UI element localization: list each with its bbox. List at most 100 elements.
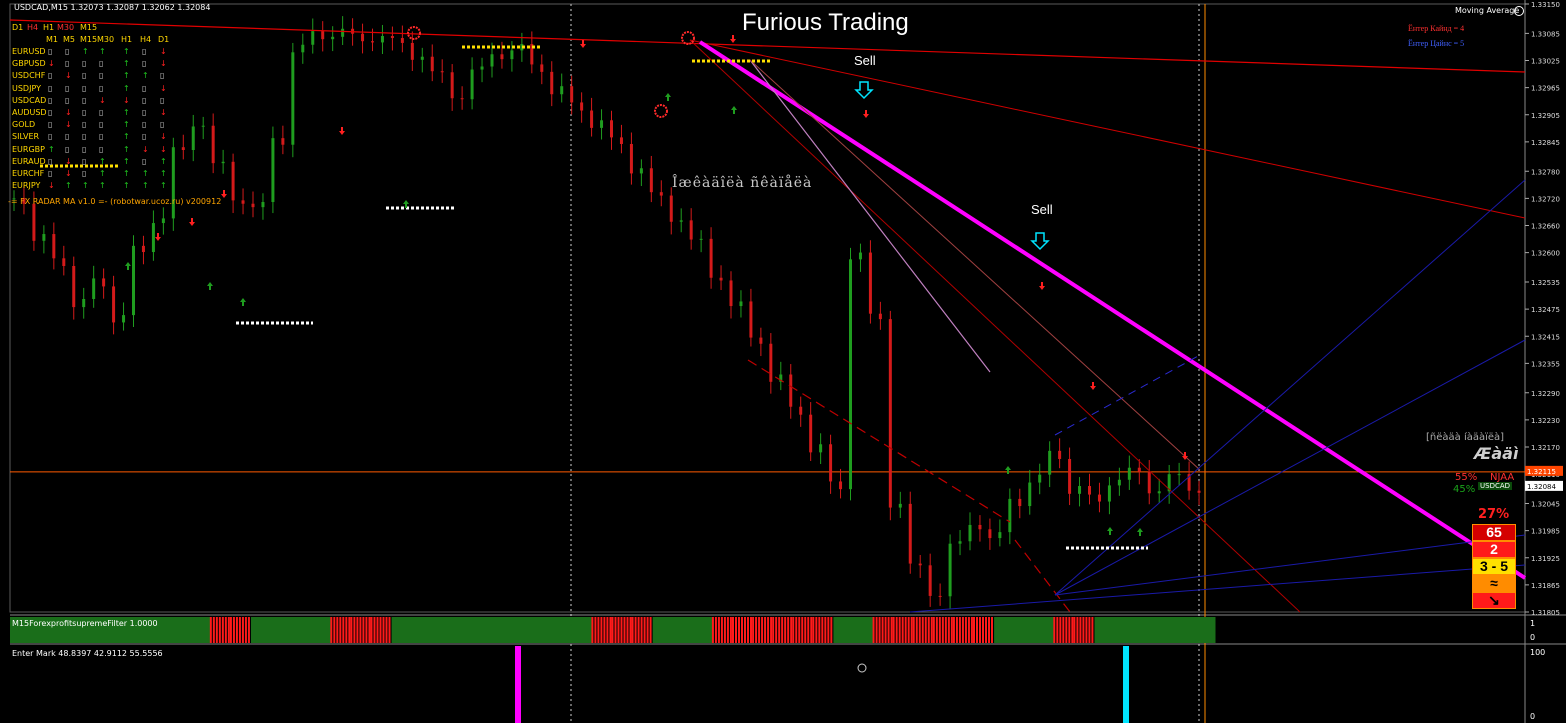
candle-body: [380, 36, 384, 43]
candle-body: [1038, 474, 1042, 483]
neutral-icon: ▯: [142, 59, 147, 69]
filter-bar: [411, 617, 433, 643]
entry-count: Ёнтер Цайнс = 5: [1408, 39, 1465, 48]
arrow-up-icon: ↑: [123, 156, 130, 166]
arrow-down-icon: ↓: [123, 95, 130, 105]
arrow-down-right-icon: ↘: [1472, 592, 1516, 609]
price-tick-label: 1.33025: [1531, 58, 1560, 66]
candle-body: [52, 234, 56, 259]
filter-bar: [652, 617, 674, 643]
filter-bar: [1174, 617, 1196, 643]
candle-body: [211, 125, 215, 164]
main-chart[interactable]: 1.33150 1.33085 1.33025 1.32965 1.32905 1.328…: [0, 0, 1566, 723]
candle-body: [181, 147, 185, 150]
arrow-up-icon: ↑: [99, 181, 106, 191]
neutral-icon: ▯: [48, 132, 53, 142]
radar-column-header: M1: [46, 35, 58, 44]
neutral-icon: ▯: [48, 108, 53, 117]
candle-body: [918, 563, 922, 566]
neutral-icon: ▯: [160, 95, 165, 105]
candle-body: [699, 238, 703, 240]
candle-body: [998, 532, 1002, 539]
mark-scale-top: 100: [1530, 648, 1546, 657]
mark-scale-bottom: 0: [1530, 712, 1536, 721]
arrow-up-icon: ↑: [65, 181, 72, 191]
candle-body: [1107, 485, 1111, 502]
price-tick-label: 1.32290: [1531, 390, 1560, 398]
candle-body: [570, 86, 574, 103]
candle-body: [1008, 498, 1012, 533]
candle-body: [849, 259, 852, 490]
candle-body: [102, 278, 106, 287]
sell-label: Sell: [854, 53, 876, 68]
close-indicator-icon[interactable]: [1514, 6, 1524, 16]
enter-mark-dot: [857, 663, 867, 673]
neutral-icon: ▯: [82, 144, 87, 154]
enter-mark-bar: [1123, 646, 1129, 723]
price-tick-label: 1.31925: [1531, 555, 1560, 563]
candle-body: [201, 125, 205, 127]
candle-body: [281, 138, 285, 145]
candle-body: [291, 52, 295, 145]
candle-body: [749, 301, 753, 338]
price-level-tag-text: 1.32115: [1527, 468, 1556, 476]
price-tick-label: 1.33085: [1531, 30, 1560, 38]
neutral-icon: ▯: [48, 156, 53, 166]
filter-bar: [1094, 617, 1116, 643]
radar-column-header: H1: [121, 35, 133, 44]
candle-body: [610, 120, 613, 138]
trend-line: [749, 59, 991, 373]
price-tick-label: 1.32845: [1531, 139, 1560, 147]
neutral-icon: ▯: [65, 144, 70, 154]
candle-body: [839, 481, 843, 490]
neutral-icon: ▯: [48, 169, 53, 178]
radar-column-header: M15: [80, 35, 98, 44]
sell-label: Sell: [1031, 202, 1053, 217]
filter-bar: [552, 617, 573, 643]
candle-body: [1147, 471, 1151, 494]
neutral-icon: ▯: [65, 59, 70, 69]
arrow-up-icon: ↑: [123, 181, 130, 191]
pct-sell: 55%: [1455, 472, 1478, 483]
neutral-icon: ▯: [99, 71, 104, 81]
filter-bar: [471, 617, 493, 643]
wave-icon: ≈: [1472, 575, 1516, 592]
candle-body: [151, 223, 155, 253]
price-tick-label: 1.32475: [1531, 306, 1560, 314]
candle-body: [1137, 467, 1141, 472]
radar-symbol: EURJPY: [12, 181, 41, 191]
filter-bar: [190, 617, 212, 643]
arrow-up-icon: ↑: [142, 181, 149, 191]
arrow-up-icon: [731, 106, 737, 114]
filter-bar: [431, 617, 453, 643]
arrow-down-icon: [339, 127, 345, 135]
radar-symbol: GBPUSD: [12, 59, 46, 69]
arrow-down-icon: ↓: [160, 47, 167, 56]
candle-body: [341, 28, 345, 37]
arrow-up-icon: ↑: [99, 156, 106, 166]
price-tick-label: 1.32780: [1531, 168, 1560, 176]
gear-icon: [654, 104, 668, 118]
channel-line: [1014, 539, 1071, 613]
signal-box-3: 3 - 5: [1472, 558, 1516, 575]
radar-symbol: USDCAD: [12, 95, 47, 105]
candle-body: [500, 54, 504, 60]
arrow-up-icon: ↑: [123, 59, 130, 69]
panel-heading: Æàäì: [1474, 444, 1519, 463]
filter-scale-top: 1: [1530, 619, 1536, 628]
candle-body: [948, 543, 952, 597]
candle-body: [600, 120, 604, 128]
filter-bar: [251, 617, 272, 643]
candle-body: [32, 203, 36, 241]
candle-body: [231, 161, 235, 201]
neutral-icon: ▯: [82, 95, 87, 105]
neutral-icon: ▯: [160, 71, 165, 81]
arrow-down-icon: ↓: [65, 156, 72, 166]
chart-window: 1.33150 1.33085 1.33025 1.32965 1.32905 1.328…: [0, 0, 1566, 723]
candle-body: [908, 503, 912, 564]
candle-body: [171, 147, 175, 219]
candle-body: [1078, 486, 1082, 494]
arrow-up-icon: ↑: [48, 144, 55, 154]
neutral-icon: ▯: [82, 120, 87, 130]
arrow-up-icon: ↑: [142, 169, 149, 178]
